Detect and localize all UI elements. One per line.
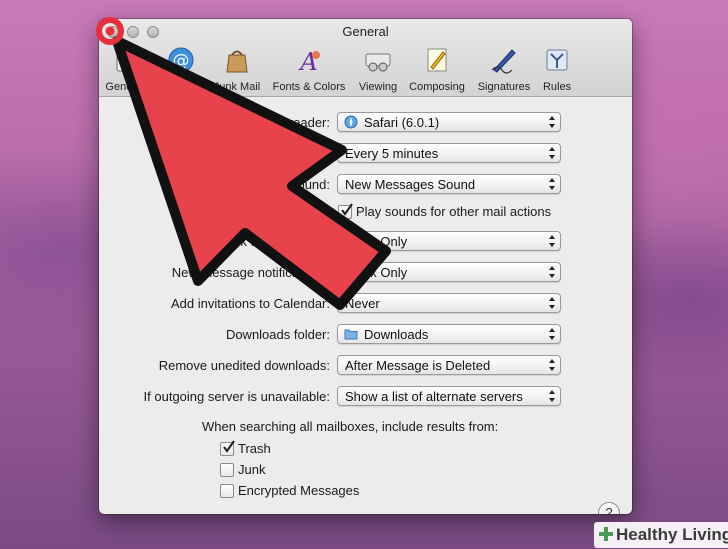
default-email-reader-label: Default email reader: xyxy=(209,115,330,130)
dock-unread-count-popup[interactable]: Inbox Only xyxy=(337,231,561,251)
include-trash-label: Trash xyxy=(238,441,271,456)
toolbar-label: Viewing xyxy=(358,81,398,93)
play-sounds-checkbox-row[interactable]: Play sounds for other mail actions xyxy=(338,203,568,221)
toolbar-rules[interactable]: Rules xyxy=(539,46,575,94)
popup-arrows-icon xyxy=(549,266,555,278)
search-include-heading: When searching all mailboxes, include re… xyxy=(202,419,499,434)
toolbar-general[interactable]: General xyxy=(105,46,145,94)
include-junk-row[interactable]: Junk xyxy=(220,461,370,479)
include-junk-checkbox[interactable] xyxy=(220,463,234,477)
new-message-notifications-row: New message notifications: Inbox Only xyxy=(99,262,632,284)
new-messages-sound-row: New messages sound: New Messages Sound xyxy=(99,174,632,196)
default-email-reader-row: Default email reader: Safari (6.0.1) xyxy=(99,112,632,134)
toolbar-viewing[interactable]: Viewing xyxy=(355,46,401,94)
watermark-badge: Healthy Living xyxy=(594,522,728,548)
toolbar-junk-mail[interactable]: Junk Mail xyxy=(209,46,265,94)
dock-unread-count-value: Inbox Only xyxy=(345,234,408,249)
popup-arrows-icon xyxy=(549,116,555,128)
outgoing-server-popup[interactable]: Show a list of alternate servers xyxy=(337,386,561,406)
include-trash-row[interactable]: Trash xyxy=(220,440,370,458)
popup-arrows-icon xyxy=(549,390,555,402)
checkmark-icon xyxy=(223,440,235,453)
include-encrypted-label: Encrypted Messages xyxy=(238,483,360,498)
rules-icon xyxy=(546,49,568,71)
preferences-window: General General @ Accounts Junk Mail A F… xyxy=(99,19,632,514)
toolbar-label: Accounts xyxy=(158,81,204,93)
toolbar-label: Signatures xyxy=(477,81,531,93)
svg-text:@: @ xyxy=(173,51,190,71)
folder-icon xyxy=(344,329,358,340)
default-email-reader-value: Safari (6.0.1) xyxy=(364,115,440,130)
help-button[interactable]: ? xyxy=(598,502,620,514)
new-messages-sound-value: New Messages Sound xyxy=(345,177,476,192)
downloads-folder-value: Downloads xyxy=(364,327,429,342)
include-encrypted-checkbox[interactable] xyxy=(220,484,234,498)
check-for-new-messages-popup[interactable]: Every 5 minutes xyxy=(337,143,561,163)
junk-bag-icon xyxy=(226,50,248,73)
include-trash-checkbox[interactable] xyxy=(220,440,235,456)
toolbar-label: General xyxy=(105,81,145,93)
glasses-icon xyxy=(365,53,391,72)
new-messages-sound-label: New messages sound: xyxy=(198,177,330,192)
pencil-paper-icon xyxy=(427,48,447,72)
new-messages-sound-popup[interactable]: New Messages Sound xyxy=(337,174,561,194)
toolbar-accounts[interactable]: @ Accounts xyxy=(153,46,209,94)
include-encrypted-row[interactable]: Encrypted Messages xyxy=(220,482,400,500)
toolbar-label: Rules xyxy=(542,81,572,93)
add-invitations-label: Add invitations to Calendar: xyxy=(171,296,330,311)
toolbar-label: Fonts & Colors xyxy=(272,81,346,93)
toolbar-label: Junk Mail xyxy=(213,81,261,93)
general-pane: Default email reader: Safari (6.0.1) Che… xyxy=(99,97,632,514)
add-invitations-value: Never xyxy=(345,296,380,311)
remove-unedited-downloads-label: Remove unedited downloads: xyxy=(158,358,330,373)
remove-unedited-downloads-value: After Message is Deleted xyxy=(345,358,491,373)
popup-arrows-icon xyxy=(549,359,555,371)
play-sounds-checkbox[interactable] xyxy=(338,203,353,219)
toolbar-signatures[interactable]: Signatures xyxy=(473,46,535,94)
remove-unedited-downloads-popup[interactable]: After Message is Deleted xyxy=(337,355,561,375)
outgoing-server-label: If outgoing server is unavailable: xyxy=(143,389,330,404)
new-message-notifications-value: Inbox Only xyxy=(345,265,408,280)
downloads-folder-label: Downloads folder: xyxy=(225,327,330,342)
toolbar-label: Composing xyxy=(409,81,465,93)
downloads-folder-popup[interactable]: Downloads xyxy=(337,324,561,344)
title-bar: General General @ Accounts Junk Mail A F… xyxy=(99,19,632,97)
checkmark-icon xyxy=(341,203,353,216)
dock-unread-count-row: Dock unread count: Inbox Only xyxy=(99,231,632,253)
check-for-new-messages-row: Check for new messages: Every 5 minutes xyxy=(99,143,632,165)
default-email-reader-popup[interactable]: Safari (6.0.1) xyxy=(337,112,561,132)
check-for-new-messages-value: Every 5 minutes xyxy=(345,146,439,161)
include-junk-label: Junk xyxy=(238,462,266,477)
toolbar-composing[interactable]: Composing xyxy=(405,46,469,94)
outgoing-server-row: If outgoing server is unavailable: Show … xyxy=(99,386,632,408)
safari-compass-icon xyxy=(344,115,358,129)
plus-logo-icon xyxy=(599,527,613,541)
outgoing-server-value: Show a list of alternate servers xyxy=(345,389,523,404)
watermark-text: Healthy Living xyxy=(616,525,728,544)
font-a-icon: A xyxy=(298,48,320,76)
general-switch-icon xyxy=(116,48,134,72)
check-for-new-messages-label: Check for new messages: xyxy=(180,146,330,161)
add-invitations-row: Add invitations to Calendar: Never xyxy=(99,293,632,315)
popup-arrows-icon xyxy=(549,178,555,190)
new-message-notifications-popup[interactable]: Inbox Only xyxy=(337,262,561,282)
downloads-folder-row: Downloads folder: Downloads xyxy=(99,324,632,346)
popup-arrows-icon xyxy=(549,235,555,247)
remove-unedited-downloads-row: Remove unedited downloads: After Message… xyxy=(99,355,632,377)
toolbar-fonts-colors[interactable]: A Fonts & Colors xyxy=(269,46,349,94)
at-sign-icon: @ xyxy=(168,47,194,73)
new-message-notifications-label: New message notifications: xyxy=(171,265,330,280)
play-sounds-label: Play sounds for other mail actions xyxy=(356,204,552,219)
pen-signature-icon xyxy=(491,49,516,74)
popup-arrows-icon xyxy=(549,147,555,159)
popup-arrows-icon xyxy=(549,328,555,340)
add-invitations-popup[interactable]: Never xyxy=(337,293,561,313)
window-title: General xyxy=(342,24,389,39)
popup-arrows-icon xyxy=(549,297,555,309)
dock-unread-count-label: Dock unread count: xyxy=(217,234,330,249)
